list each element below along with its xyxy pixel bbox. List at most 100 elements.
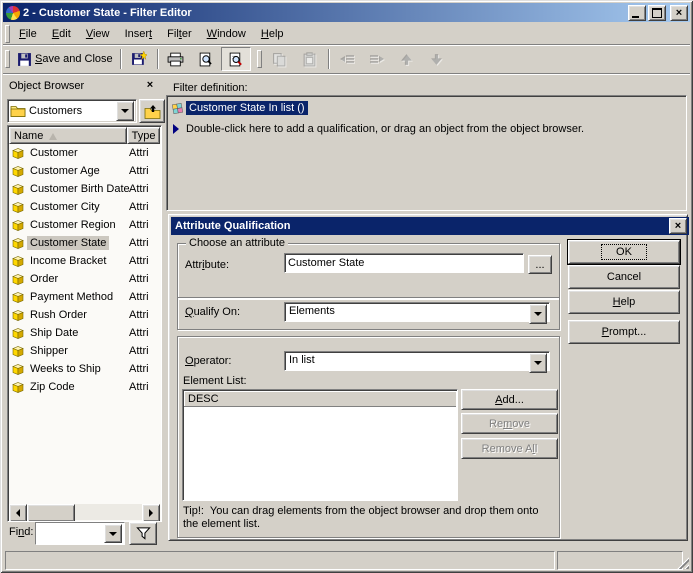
print-preview-button[interactable] bbox=[191, 47, 221, 71]
toolbar-grip[interactable] bbox=[256, 50, 262, 68]
remove-all-button: Remove All bbox=[461, 438, 558, 459]
minimize-icon bbox=[632, 15, 639, 18]
list-item[interactable]: Order Attri bbox=[9, 270, 160, 288]
list-item[interactable]: Payment Method Attri bbox=[9, 288, 160, 306]
list-item[interactable]: Rush Order Attri bbox=[9, 306, 160, 324]
item-type: Attri bbox=[129, 381, 149, 393]
menu-grip[interactable] bbox=[5, 24, 10, 43]
attribute-field[interactable] bbox=[284, 253, 524, 273]
maximize-icon bbox=[652, 7, 662, 18]
cancel-button[interactable]: Cancel bbox=[568, 265, 680, 289]
folder-icon bbox=[10, 106, 26, 117]
add-button[interactable]: Add... bbox=[461, 389, 558, 410]
scroll-right-button[interactable] bbox=[142, 504, 160, 521]
save-button[interactable] bbox=[124, 47, 154, 71]
object-browser-close-button[interactable]: × bbox=[142, 79, 158, 93]
ok-button[interactable]: OK bbox=[567, 239, 681, 265]
folder-combobox[interactable]: Customers bbox=[7, 99, 137, 123]
menu-item[interactable]: File bbox=[13, 26, 43, 42]
list-item[interactable]: Customer Attri bbox=[9, 144, 160, 162]
list-item[interactable]: Customer Birth Date Attri bbox=[9, 180, 160, 198]
list-item[interactable]: Customer Region Attri bbox=[9, 216, 160, 234]
bullet-arrow-icon bbox=[173, 124, 179, 134]
find-dropdown-button[interactable] bbox=[104, 524, 122, 543]
item-name: Rush Order bbox=[30, 309, 87, 321]
scroll-left-button[interactable] bbox=[9, 504, 27, 521]
item-name: Customer bbox=[30, 147, 78, 159]
maximize-button[interactable] bbox=[648, 4, 666, 21]
list-item[interactable]: Customer State Attri bbox=[9, 234, 160, 252]
help-button[interactable]: Help bbox=[568, 290, 680, 314]
item-name: Customer State bbox=[27, 236, 110, 250]
menu-item[interactable]: Window bbox=[201, 26, 252, 42]
list-item[interactable]: Zip Code Attri bbox=[9, 378, 160, 396]
operator-value: In list bbox=[289, 354, 315, 366]
list-item[interactable]: Income Bracket Attri bbox=[9, 252, 160, 270]
attribute-cube-icon bbox=[12, 220, 24, 231]
close-icon: × bbox=[675, 6, 683, 19]
add-qualification-row[interactable]: Double-click here to add a qualification… bbox=[173, 123, 584, 135]
menu-item[interactable]: View bbox=[80, 26, 116, 42]
toolbar-grip[interactable] bbox=[5, 50, 10, 68]
sort-ascending-icon bbox=[49, 132, 58, 140]
item-type: Attri bbox=[129, 147, 149, 159]
operator-combobox[interactable]: In list bbox=[284, 351, 550, 373]
choose-attribute-legend: Choose an attribute bbox=[186, 237, 289, 249]
list-item[interactable]: Shipper Attri bbox=[9, 342, 160, 360]
folder-combobox-dropdown-button[interactable] bbox=[116, 101, 134, 121]
item-type: Attri bbox=[129, 291, 149, 303]
attribute-cube-icon bbox=[12, 202, 24, 213]
element-list-column-header[interactable]: DESC bbox=[184, 391, 456, 407]
list-item[interactable]: Customer City Attri bbox=[9, 198, 160, 216]
save-icon bbox=[18, 52, 31, 66]
chevron-down-icon bbox=[534, 361, 542, 365]
horizontal-scrollbar[interactable] bbox=[9, 504, 160, 521]
copy-button bbox=[265, 47, 295, 71]
find-combobox[interactable] bbox=[35, 522, 125, 545]
scrollbar-thumb[interactable] bbox=[27, 504, 75, 521]
save-and-close-button[interactable]: Save and Close bbox=[13, 47, 117, 71]
qualification-row[interactable]: Customer State In list () bbox=[171, 101, 308, 115]
minimize-button[interactable] bbox=[628, 4, 646, 21]
selected-qualification[interactable]: Customer State In list () bbox=[186, 101, 308, 115]
qualify-on-combobox[interactable]: Elements bbox=[284, 302, 550, 324]
list-item[interactable]: Weeks to Ship Attri bbox=[9, 360, 160, 378]
filter-definition-area[interactable]: Customer State In list () Double-click h… bbox=[166, 95, 687, 211]
close-icon: × bbox=[674, 220, 682, 232]
element-listbox[interactable]: DESC bbox=[182, 389, 458, 501]
operator-dropdown-button[interactable] bbox=[529, 353, 547, 373]
column-header-type[interactable]: Type bbox=[126, 127, 160, 144]
outdent-button bbox=[332, 47, 362, 71]
qualify-on-dropdown-button[interactable] bbox=[529, 304, 547, 324]
menu-item[interactable]: Edit bbox=[46, 26, 77, 42]
up-one-level-button[interactable] bbox=[139, 99, 165, 123]
view-filter-icon bbox=[229, 52, 243, 66]
title-bar: 2 - Customer State - Filter Editor × bbox=[3, 3, 690, 22]
status-panel-right bbox=[557, 551, 683, 570]
find-filter-button[interactable] bbox=[129, 522, 157, 545]
prompt-button[interactable]: Prompt... bbox=[568, 320, 680, 344]
list-item[interactable]: Ship Date Attri bbox=[9, 324, 160, 342]
print-preview-icon bbox=[199, 52, 212, 66]
operator-label: Operator: bbox=[185, 355, 232, 367]
column-header-name[interactable]: Name bbox=[9, 127, 127, 144]
menu-item[interactable]: Insert bbox=[119, 26, 159, 42]
menu-item[interactable]: Filter bbox=[161, 26, 197, 42]
remove-button: Remove bbox=[461, 413, 558, 434]
app-icon[interactable] bbox=[6, 5, 20, 20]
view-filter-button[interactable] bbox=[220, 47, 251, 71]
attribute-cube-icon bbox=[12, 148, 24, 159]
list-item[interactable]: Customer Age Attri bbox=[9, 162, 160, 180]
item-type: Attri bbox=[129, 363, 149, 375]
dialog-close-button[interactable]: × bbox=[669, 218, 687, 234]
toolbar-separator bbox=[119, 49, 121, 69]
print-button[interactable] bbox=[161, 47, 191, 71]
close-button[interactable]: × bbox=[670, 4, 688, 21]
toolbar-separator bbox=[327, 49, 329, 69]
filter-panel: Filter definition: Customer State In lis… bbox=[165, 75, 690, 543]
attribute-cube-icon bbox=[12, 310, 24, 321]
paste-button bbox=[295, 47, 325, 71]
scrollbar-track[interactable] bbox=[75, 504, 142, 520]
attribute-browse-button[interactable]: ... bbox=[528, 255, 552, 274]
menu-item[interactable]: Help bbox=[255, 26, 290, 42]
